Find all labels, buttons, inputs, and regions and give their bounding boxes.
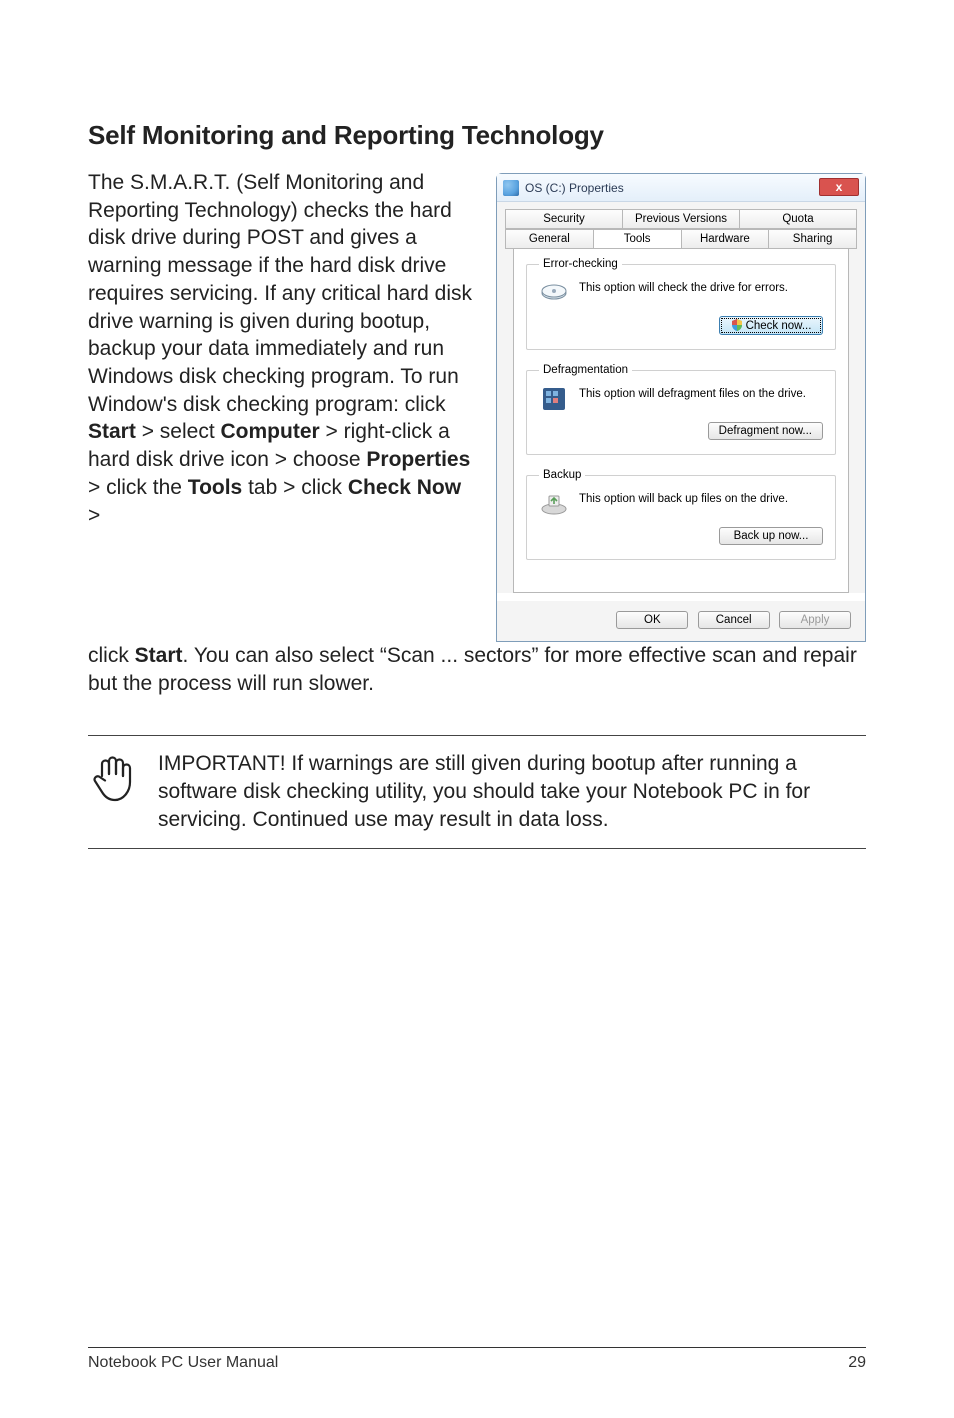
close-button[interactable]: x xyxy=(819,178,859,196)
check-now-button[interactable]: Check now... xyxy=(719,316,823,335)
important-note-text: IMPORTANT! If warnings are still given d… xyxy=(158,750,858,833)
dialog-titlebar[interactable]: OS (C:) Properties x xyxy=(497,174,865,202)
pa-seg-2: . You can also select “Scan ... sectors”… xyxy=(88,644,857,695)
hand-icon xyxy=(88,750,138,833)
group-error-checking: Error-checking This option will check th… xyxy=(526,258,836,350)
body-paragraph-left: The S.M.A.R.T. (Self Monitoring and Repo… xyxy=(88,169,478,529)
p-seg-computer: Computer xyxy=(221,420,320,443)
important-note: IMPORTANT! If warnings are still given d… xyxy=(88,735,866,848)
cancel-button[interactable]: Cancel xyxy=(698,611,770,629)
backup-now-button[interactable]: Back up now... xyxy=(719,527,823,545)
error-check-text: This option will check the drive for err… xyxy=(579,280,788,294)
tab-panel-tools: Error-checking This option will check th… xyxy=(513,248,849,593)
page-footer: Notebook PC User Manual 29 xyxy=(88,1347,866,1372)
p-seg-8: tab > click xyxy=(242,476,348,499)
p-seg-10: > xyxy=(88,504,100,527)
properties-dialog: OS (C:) Properties x Security Previous V… xyxy=(496,173,866,642)
defrag-text: This option will defragment files on the… xyxy=(579,386,806,400)
body-paragraph-after: click Start. You can also select “Scan .… xyxy=(88,642,866,697)
tab-security[interactable]: Security xyxy=(505,209,623,229)
shield-icon xyxy=(731,319,743,331)
group-defragmentation: Defragmentation This option will defragm… xyxy=(526,364,836,455)
legend-defrag: Defragmentation xyxy=(539,364,632,376)
backup-icon xyxy=(539,491,569,517)
p-seg-0: The S.M.A.R.T. (Self Monitoring and Repo… xyxy=(88,171,472,416)
apply-button[interactable]: Apply xyxy=(779,611,851,629)
group-backup: Backup This option will back up files on… xyxy=(526,469,836,560)
pa-seg-start: Start xyxy=(135,644,183,667)
p-seg-checknow: Check Now xyxy=(348,476,461,499)
footer-left: Notebook PC User Manual xyxy=(88,1354,278,1372)
p-seg-2: > select xyxy=(136,420,221,443)
dialog-title: OS (C:) Properties xyxy=(525,181,624,195)
backup-button-label: Back up now... xyxy=(734,530,809,542)
footer-page-number: 29 xyxy=(848,1354,866,1372)
dialog-footer: OK Cancel Apply xyxy=(497,601,865,641)
ok-button[interactable]: OK xyxy=(616,611,688,629)
disk-check-icon xyxy=(539,280,569,306)
defrag-button-label: Defragment now... xyxy=(719,425,812,437)
check-now-label: Check now... xyxy=(746,320,812,332)
pa-seg-0: click xyxy=(88,644,135,667)
defragment-now-button[interactable]: Defragment now... xyxy=(708,422,823,440)
legend-error-checking: Error-checking xyxy=(539,258,622,270)
p-seg-start: Start xyxy=(88,420,136,443)
backup-text: This option will back up files on the dr… xyxy=(579,491,788,505)
tab-general[interactable]: General xyxy=(505,229,594,249)
tab-previous-versions[interactable]: Previous Versions xyxy=(622,209,740,229)
tab-quota[interactable]: Quota xyxy=(739,209,857,229)
drive-icon xyxy=(503,180,519,196)
p-seg-properties: Properties xyxy=(366,448,470,471)
tab-hardware[interactable]: Hardware xyxy=(681,229,770,249)
legend-backup: Backup xyxy=(539,469,585,481)
tab-sharing[interactable]: Sharing xyxy=(768,229,857,249)
defrag-icon xyxy=(539,386,569,412)
tabstrip: Security Previous Versions Quota General… xyxy=(497,202,865,593)
p-seg-tools: Tools xyxy=(188,476,242,499)
p-seg-6: > click the xyxy=(88,476,188,499)
section-heading: Self Monitoring and Reporting Technology xyxy=(88,120,866,151)
tab-tools[interactable]: Tools xyxy=(593,229,682,249)
